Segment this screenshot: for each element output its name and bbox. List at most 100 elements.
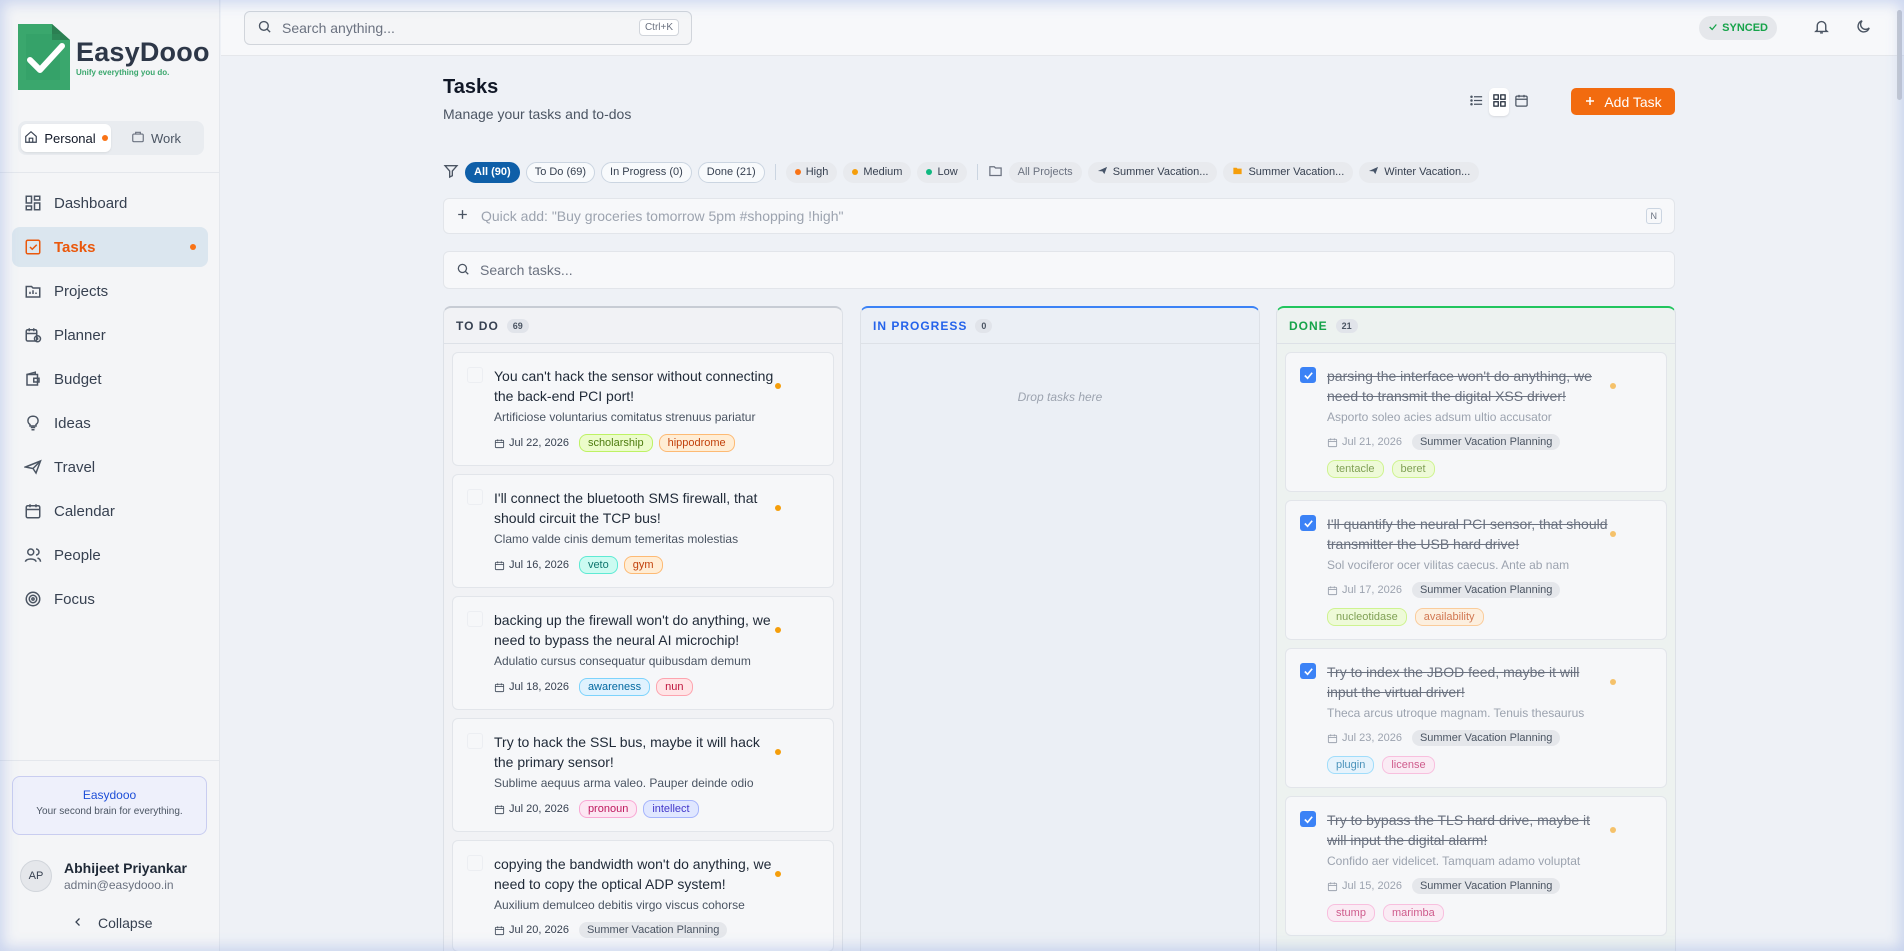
sidebar-item-label: Budget [54, 370, 102, 388]
task-card[interactable]: I'll connect the bluetooth SMS firewall,… [452, 474, 834, 588]
filter-project-winter[interactable]: Winter Vacation... [1359, 161, 1480, 183]
priority-dot [1610, 679, 1616, 685]
sync-status-badge[interactable]: SYNCED [1699, 16, 1777, 40]
task-checkbox-checked[interactable] [1300, 367, 1316, 383]
sidebar-item-travel[interactable]: Travel [12, 447, 208, 487]
sidebar-item-focus[interactable]: Focus [12, 579, 208, 619]
task-project-tag[interactable]: Summer Vacation Planning [1411, 582, 1561, 598]
drop-zone-hint[interactable]: Drop tasks here [861, 390, 1259, 404]
task-card[interactable]: Try to hack the SSL bus, maybe it will h… [452, 718, 834, 832]
bell-icon[interactable] [1813, 18, 1831, 36]
task-checkbox[interactable] [467, 489, 483, 505]
sidebar-item-projects[interactable]: Projects [12, 271, 208, 311]
task-project-tag[interactable]: Summer Vacation Planning [1411, 434, 1561, 450]
sidebar-item-people[interactable]: People [12, 535, 208, 575]
task-tag[interactable]: marimba [1382, 904, 1444, 922]
filter-status-done[interactable]: Done (21) [697, 161, 765, 183]
moon-icon[interactable] [1855, 18, 1873, 36]
task-tag[interactable]: pronoun [578, 800, 638, 818]
task-tag[interactable]: awareness [578, 678, 651, 696]
task-tag[interactable]: plugin [1327, 756, 1375, 774]
column-todo: TO DO 69 You can't hack the sensor witho… [443, 306, 843, 951]
column-title: IN PROGRESS [873, 318, 968, 333]
sidebar-divider [0, 760, 220, 761]
task-tag[interactable]: stump [1327, 904, 1375, 922]
tasks-icon [24, 238, 42, 256]
task-description: Confido aer videlicet. Tamquam adamo vol… [1327, 854, 1581, 868]
task-checkbox[interactable] [467, 733, 483, 749]
filter-priority-label: Low [937, 166, 958, 178]
sidebar-item-tasks[interactable]: Tasks [12, 227, 208, 267]
task-title: parsing the interface won't do anything,… [1327, 368, 1592, 404]
task-card[interactable]: Try to bypass the TLS hard drive, maybe … [1285, 796, 1667, 936]
global-search-input[interactable]: Search anything... Ctrl+K [244, 11, 692, 45]
task-checkbox[interactable] [467, 367, 483, 383]
workspace-work-button[interactable]: Work [111, 124, 201, 152]
task-card[interactable]: backing up the firewall won't do anythin… [452, 596, 834, 710]
task-checkbox-checked[interactable] [1300, 515, 1316, 531]
task-tag[interactable]: gym [623, 556, 663, 574]
task-description: Sublime aequus arma valeo. Pauper deinde… [494, 776, 754, 790]
filter-status-in-progress[interactable]: In Progress (0) [601, 161, 692, 183]
filter-all-projects[interactable]: All Projects [1008, 161, 1082, 183]
task-tag[interactable]: intellect [643, 800, 699, 818]
sidebar-item-planner[interactable]: Planner [12, 315, 208, 355]
task-checkbox[interactable] [467, 855, 483, 871]
column-title: DONE [1289, 318, 1328, 333]
sidebar-item-dashboard[interactable]: Dashboard [12, 183, 208, 223]
task-project-tag[interactable]: Summer Vacation Planning [578, 922, 728, 938]
task-checkbox[interactable] [467, 611, 483, 627]
priority-dot [1610, 383, 1616, 389]
collapse-button[interactable]: Collapse [72, 915, 152, 931]
task-card[interactable]: parsing the interface won't do anything,… [1285, 352, 1667, 492]
task-card[interactable]: copying the bandwidth won't do anything,… [452, 840, 834, 951]
task-project-tag[interactable]: Summer Vacation Planning [1411, 730, 1561, 746]
calendar-view-button[interactable] [1511, 88, 1532, 116]
task-tag[interactable]: scholarship [578, 434, 653, 452]
task-tag[interactable]: nun [656, 678, 693, 696]
task-tag[interactable]: beret [1391, 460, 1435, 478]
filter-priority-medium[interactable]: Medium [843, 161, 912, 183]
filter-icon[interactable] [443, 163, 459, 182]
filter-status-todo[interactable]: To Do (69) [525, 161, 596, 183]
user-profile[interactable]: AP Abhijeet Priyankar admin@easydooo.in [20, 860, 187, 892]
task-tag[interactable]: license [1382, 756, 1435, 774]
task-card[interactable]: I'll quantify the neural PCI sensor, tha… [1285, 500, 1667, 640]
task-tag[interactable]: tentacle [1327, 460, 1384, 478]
plane-icon [1368, 165, 1379, 179]
task-checkbox-checked[interactable] [1300, 811, 1316, 827]
task-card[interactable]: You can't hack the sensor without connec… [452, 352, 834, 466]
list-view-button[interactable] [1466, 88, 1487, 116]
board-view-button[interactable] [1488, 88, 1510, 116]
lightbulb-icon [24, 414, 42, 432]
workspace-switcher: Personal Work [18, 121, 204, 155]
sidebar-item-budget[interactable]: Budget [12, 359, 208, 399]
filter-status-all[interactable]: All (90) [465, 161, 520, 183]
page-scrollbar[interactable] [1897, 10, 1902, 100]
task-card[interactable]: Try to index the JBOD feed, maybe it wil… [1285, 648, 1667, 788]
sidebar-item-ideas[interactable]: Ideas [12, 403, 208, 443]
filter-project-summer-1[interactable]: Summer Vacation... [1087, 161, 1218, 183]
filter-priority-low[interactable]: Low [917, 161, 967, 183]
task-search-input[interactable]: Search tasks... [443, 251, 1675, 289]
filter-project-summer-2[interactable]: Summer Vacation... [1223, 161, 1354, 183]
filter-priority-high[interactable]: High [785, 161, 838, 183]
task-tag[interactable]: veto [578, 556, 618, 574]
task-project-tag[interactable]: Summer Vacation Planning [1411, 878, 1561, 894]
priority-high-dot [794, 169, 801, 175]
quick-add-input[interactable]: Quick add: "Buy groceries tomorrow 5pm #… [443, 198, 1675, 234]
sidebar-item-calendar[interactable]: Calendar [12, 491, 208, 531]
task-date-text: Jul 18, 2026 [509, 681, 569, 693]
top-bar: Search anything... Ctrl+K SYNCED [221, 0, 1904, 56]
task-tag[interactable]: hippodrome [658, 434, 735, 452]
workspace-personal-button[interactable]: Personal [21, 124, 111, 152]
app-logo[interactable]: EasyDooo Unify everything you do. [18, 24, 210, 90]
task-date-text: Jul 22, 2026 [509, 437, 569, 449]
column-in-progress: IN PROGRESS 0 Drop tasks here [860, 306, 1260, 951]
add-task-button[interactable]: Add Task [1571, 88, 1675, 115]
task-tag[interactable]: nucleotidase [1327, 608, 1407, 626]
task-tag[interactable]: availability [1414, 608, 1484, 626]
promo-card[interactable]: Easydooo Your second brain for everythin… [12, 776, 207, 835]
column-header: DONE 21 [1277, 308, 1675, 344]
task-checkbox-checked[interactable] [1300, 663, 1316, 679]
